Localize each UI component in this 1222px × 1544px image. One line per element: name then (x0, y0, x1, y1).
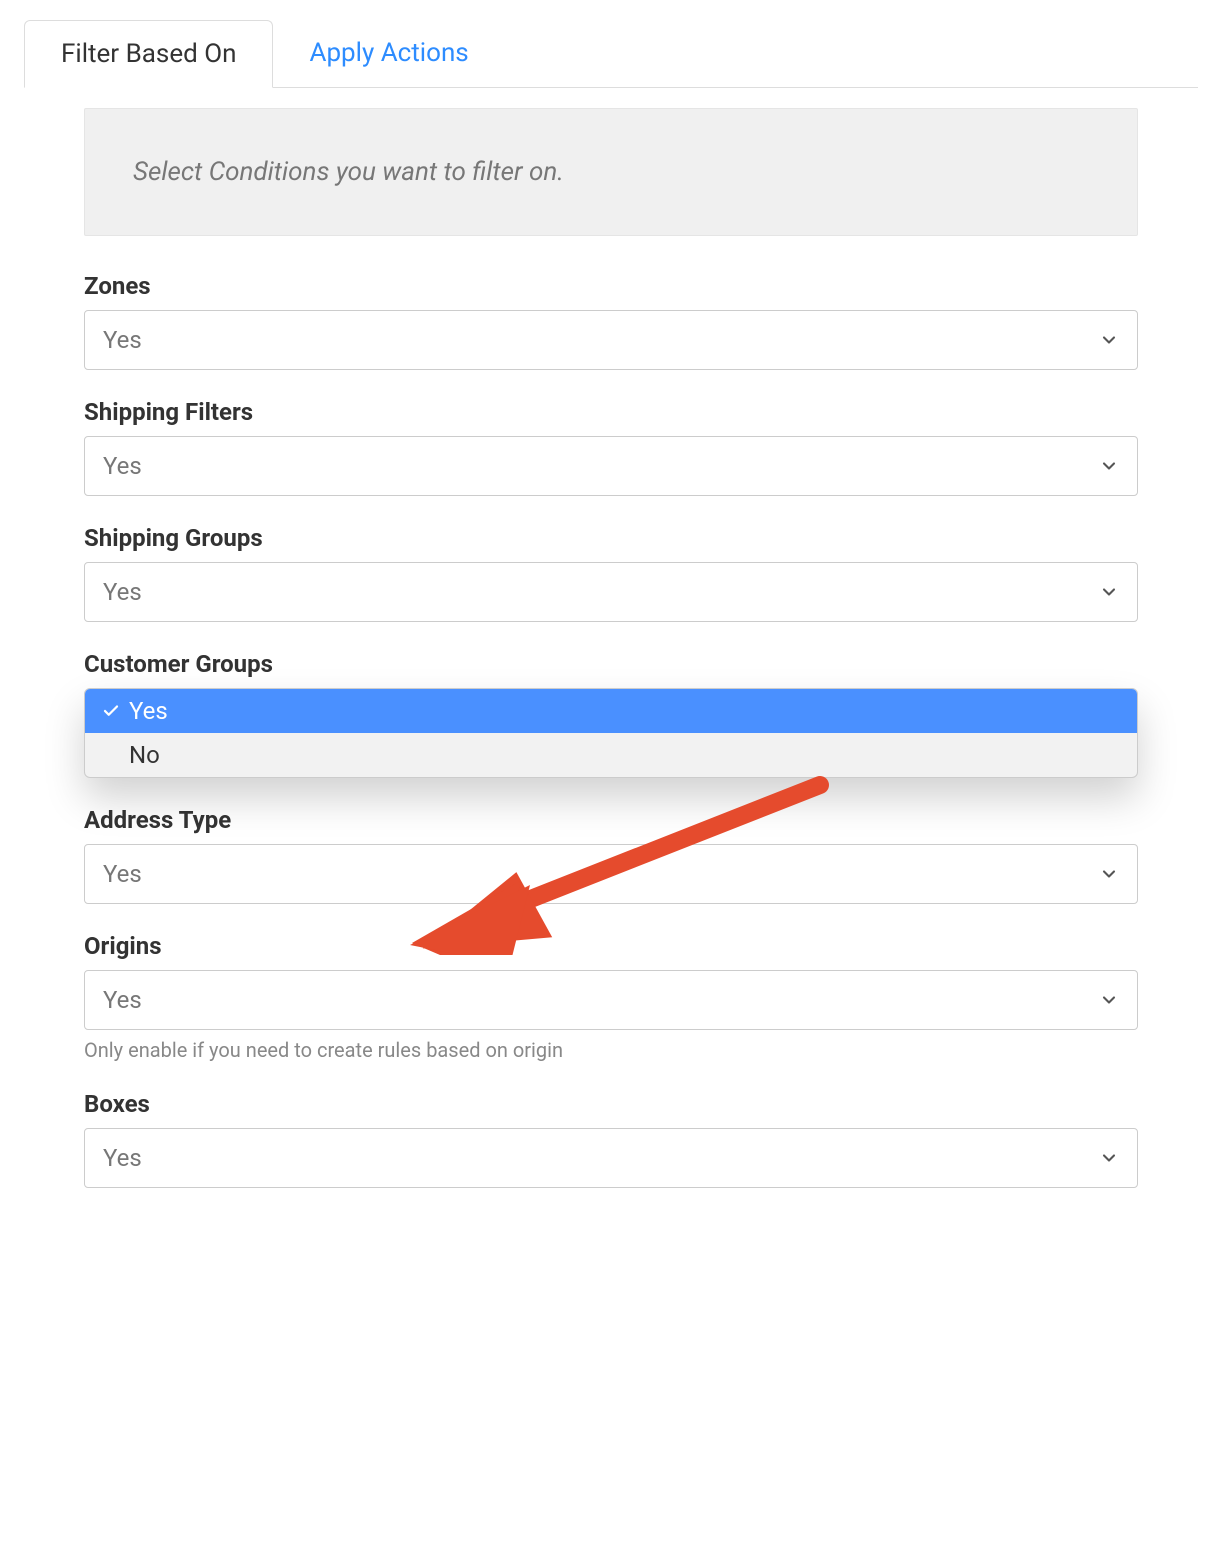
field-label-shipping-filters: Shipping Filters (84, 398, 1138, 426)
field-label-customer-groups: Customer Groups (84, 650, 1138, 678)
field-shipping-filters: Shipping Filters Yes (84, 398, 1138, 496)
field-label-origins: Origins (84, 932, 1138, 960)
field-label-address-type: Address Type (84, 806, 1138, 834)
origins-select[interactable]: Yes (84, 970, 1138, 1030)
chevron-down-icon (1099, 1148, 1119, 1168)
select-value: Yes (103, 578, 1099, 606)
check-icon (97, 702, 125, 720)
field-label-boxes: Boxes (84, 1090, 1138, 1118)
select-value: Yes (103, 986, 1099, 1014)
instruction-banner: Select Conditions you want to filter on. (84, 108, 1138, 236)
option-label: No (129, 741, 160, 769)
tab-label: Apply Actions (309, 38, 468, 68)
customer-groups-dropdown[interactable]: Yes No (84, 688, 1138, 778)
tab-label: Filter Based On (61, 39, 236, 69)
boxes-select[interactable]: Yes (84, 1128, 1138, 1188)
field-address-type: Address Type Yes (84, 806, 1138, 904)
chevron-down-icon (1099, 864, 1119, 884)
option-no[interactable]: No (85, 733, 1137, 777)
chevron-down-icon (1099, 582, 1119, 602)
option-label: Yes (129, 697, 168, 725)
shipping-filters-select[interactable]: Yes (84, 436, 1138, 496)
field-label-zones: Zones (84, 272, 1138, 300)
select-value: Yes (103, 860, 1099, 888)
chevron-down-icon (1099, 330, 1119, 350)
origins-helper-text: Only enable if you need to create rules … (84, 1038, 1138, 1062)
field-shipping-groups: Shipping Groups Yes (84, 524, 1138, 622)
shipping-groups-select[interactable]: Yes (84, 562, 1138, 622)
tab-filter-based-on[interactable]: Filter Based On (24, 20, 273, 88)
field-zones: Zones Yes (84, 272, 1138, 370)
tab-apply-actions[interactable]: Apply Actions (273, 20, 504, 87)
select-value: Yes (103, 1144, 1099, 1172)
address-type-select[interactable]: Yes (84, 844, 1138, 904)
banner-text: Select Conditions you want to filter on. (133, 157, 1089, 187)
zones-select[interactable]: Yes (84, 310, 1138, 370)
select-value: Yes (103, 452, 1099, 480)
field-origins: Origins Yes Only enable if you need to c… (84, 932, 1138, 1062)
chevron-down-icon (1099, 990, 1119, 1010)
select-value: Yes (103, 326, 1099, 354)
option-yes[interactable]: Yes (85, 689, 1137, 733)
field-boxes: Boxes Yes (84, 1090, 1138, 1188)
field-customer-groups: Customer Groups Yes No (84, 650, 1138, 778)
chevron-down-icon (1099, 456, 1119, 476)
field-label-shipping-groups: Shipping Groups (84, 524, 1138, 552)
tabs-bar: Filter Based On Apply Actions (24, 20, 1198, 88)
